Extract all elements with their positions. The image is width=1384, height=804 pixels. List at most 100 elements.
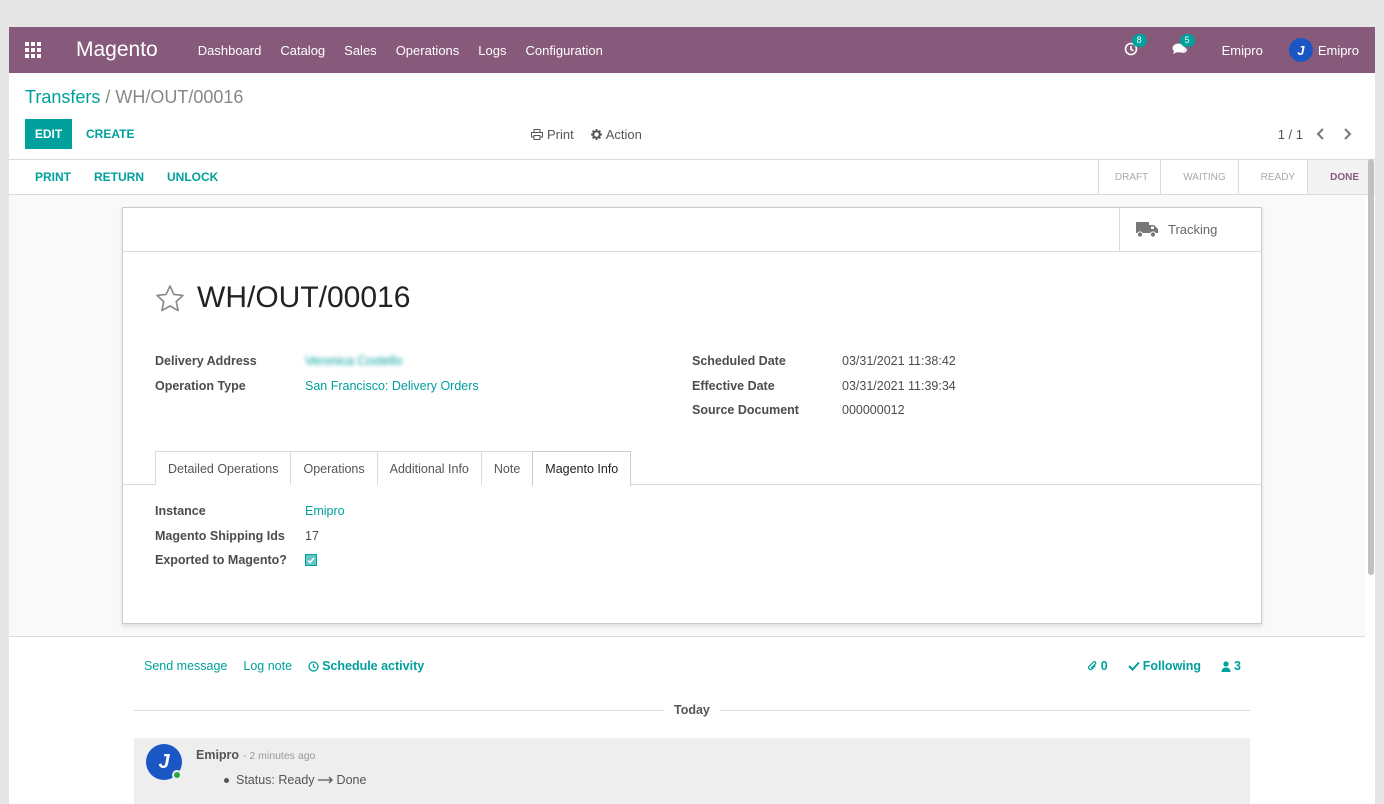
status-field-label: Status: (236, 773, 275, 787)
operation-type-value[interactable]: San Francisco: Delivery Orders (305, 379, 479, 393)
apps-menu-icon[interactable] (9, 27, 57, 73)
star-icon[interactable] (155, 284, 185, 312)
followers-count: 3 (1234, 659, 1241, 673)
message-author[interactable]: Emipro (196, 748, 239, 762)
menu-item-dashboard[interactable]: Dashboard (198, 43, 262, 58)
clock-icon (308, 660, 319, 672)
message-count-badge: 5 (1179, 33, 1195, 47)
stage-waiting[interactable]: WAITING (1160, 160, 1237, 194)
breadcrumb-transfers[interactable]: Transfers (25, 87, 100, 107)
stage-done[interactable]: DONE (1307, 160, 1375, 194)
source-document-label: Source Document (692, 403, 799, 418)
messaging-button[interactable]: 5 (1172, 33, 1195, 59)
menu-item-sales[interactable]: Sales (344, 43, 377, 58)
unlock-button[interactable]: UNLOCK (167, 170, 218, 184)
user-icon (1221, 660, 1231, 672)
print-icon (531, 128, 543, 140)
schedule-activity-label: Schedule activity (322, 659, 425, 673)
online-status-icon (172, 770, 182, 780)
stage-draft[interactable]: DRAFT (1097, 160, 1160, 194)
return-button[interactable]: RETURN (94, 170, 144, 184)
pager-previous-button[interactable] (1316, 119, 1325, 149)
menu-item-operations[interactable]: Operations (396, 43, 460, 58)
activity-button[interactable]: 8 (1124, 33, 1147, 59)
tab-operations[interactable]: Operations (290, 451, 378, 485)
menu-item-logs[interactable]: Logs (478, 43, 506, 58)
form-background: Tracking WH/OUT/00016 Delivery Address V… (9, 195, 1365, 637)
send-message-button[interactable]: Send message (144, 659, 227, 673)
message-time: - 2 minutes ago (243, 750, 316, 762)
tab-additional-info[interactable]: Additional Info (376, 451, 482, 485)
magento-shipping-ids-label: Magento Shipping Ids (155, 528, 285, 543)
print-dropdown[interactable]: Print (531, 127, 574, 142)
followers-button[interactable]: 3 (1221, 659, 1241, 673)
instance-label: Instance (155, 504, 206, 519)
user-name: Emipro (1317, 42, 1359, 58)
app-brand[interactable]: Magento (76, 38, 158, 62)
date-separator-label: Today (664, 703, 720, 717)
record-title: WH/OUT/00016 (197, 281, 411, 314)
company-switcher[interactable]: Emipro (1222, 43, 1263, 58)
schedule-activity-button[interactable]: Schedule activity (308, 659, 424, 673)
scheduled-date-label: Scheduled Date (692, 354, 786, 369)
paperclip-icon (1087, 661, 1097, 671)
pager-value[interactable]: 1 / 1 (1278, 119, 1303, 149)
exported-to-magento-label: Exported to Magento? (155, 553, 287, 568)
chatter: Send message Log note Schedule activity … (9, 637, 1365, 804)
magento-shipping-ids-value: 17 (305, 528, 319, 543)
stage-ready[interactable]: READY (1237, 160, 1307, 194)
effective-date-label: Effective Date (692, 378, 775, 393)
breadcrumb-current: WH/OUT/00016 (115, 87, 244, 107)
gear-icon (590, 128, 602, 140)
menu-item-configuration[interactable]: Configuration (525, 43, 602, 58)
pager-next-button[interactable] (1343, 119, 1352, 149)
app-window: Magento Dashboard Catalog Sales Operatio… (9, 27, 1375, 804)
print-button[interactable]: PRINT (35, 170, 71, 184)
control-panel: Transfers / WH/OUT/00016 EDIT CREATE Print… (9, 73, 1375, 160)
effective-date-value: 03/31/2021 11:39:34 (842, 378, 956, 393)
avatar: J (1288, 38, 1313, 62)
attachments-count: 0 (1100, 659, 1108, 673)
status-new-value: Done (336, 773, 367, 787)
right-field-group: Scheduled Date 03/31/2021 11:38:42 Effec… (692, 349, 956, 423)
instance-value[interactable]: Emipro (305, 504, 345, 518)
following-button[interactable]: Following (1128, 659, 1201, 673)
magento-info-content: Instance Emipro Magento Shipping Ids 17 … (155, 499, 345, 573)
form-sheet: Tracking WH/OUT/00016 Delivery Address V… (122, 207, 1262, 624)
scrollbar[interactable] (1368, 159, 1374, 575)
notebook-tabs: Detailed Operations Operations Additiona… (155, 451, 632, 486)
tab-note[interactable]: Note (480, 451, 534, 485)
delivery-address-value[interactable]: Veronica Costello (305, 354, 402, 368)
chevron-left-icon (1316, 128, 1324, 140)
operation-type-label: Operation Type (155, 378, 246, 393)
arrow-right-icon (317, 776, 333, 784)
truck-icon (1136, 222, 1158, 238)
bullet-icon (224, 777, 229, 783)
menu-item-catalog[interactable]: Catalog (280, 43, 325, 58)
action-label: Action (605, 126, 642, 142)
log-note-button[interactable]: Log note (243, 659, 292, 673)
user-menu[interactable]: J Emipro (1288, 38, 1359, 62)
status-old-value: Ready (278, 773, 315, 787)
left-field-group: Delivery Address Veronica Costello Opera… (155, 349, 479, 398)
tab-detailed-operations[interactable]: Detailed Operations (155, 451, 292, 485)
following-label: Following (1142, 659, 1202, 673)
tracking-button[interactable]: Tracking (1119, 208, 1261, 251)
breadcrumb: Transfers / WH/OUT/00016 (25, 87, 243, 108)
check-icon (1128, 661, 1140, 671)
edit-button[interactable]: EDIT (25, 119, 72, 149)
breadcrumb-separator: / (105, 87, 111, 107)
status-bar: PRINT RETURN UNLOCK DRAFT WAITING READY … (9, 160, 1375, 195)
action-dropdown[interactable]: Action (590, 126, 642, 142)
tab-magento-info[interactable]: Magento Info (532, 451, 632, 486)
exported-to-magento-checkbox[interactable] (305, 554, 317, 567)
main-menu: Dashboard Catalog Sales Operations Logs … (198, 43, 622, 58)
check-icon (307, 557, 315, 564)
tracking-label: Tracking (1168, 222, 1218, 237)
create-button[interactable]: CREATE (86, 119, 134, 149)
chevron-right-icon (1344, 128, 1352, 140)
top-navbar: Magento Dashboard Catalog Sales Operatio… (9, 27, 1375, 73)
source-document-value: 000000012 (842, 403, 905, 418)
button-box: Tracking (123, 208, 1261, 252)
attachments-button[interactable]: 0 (1087, 659, 1108, 673)
